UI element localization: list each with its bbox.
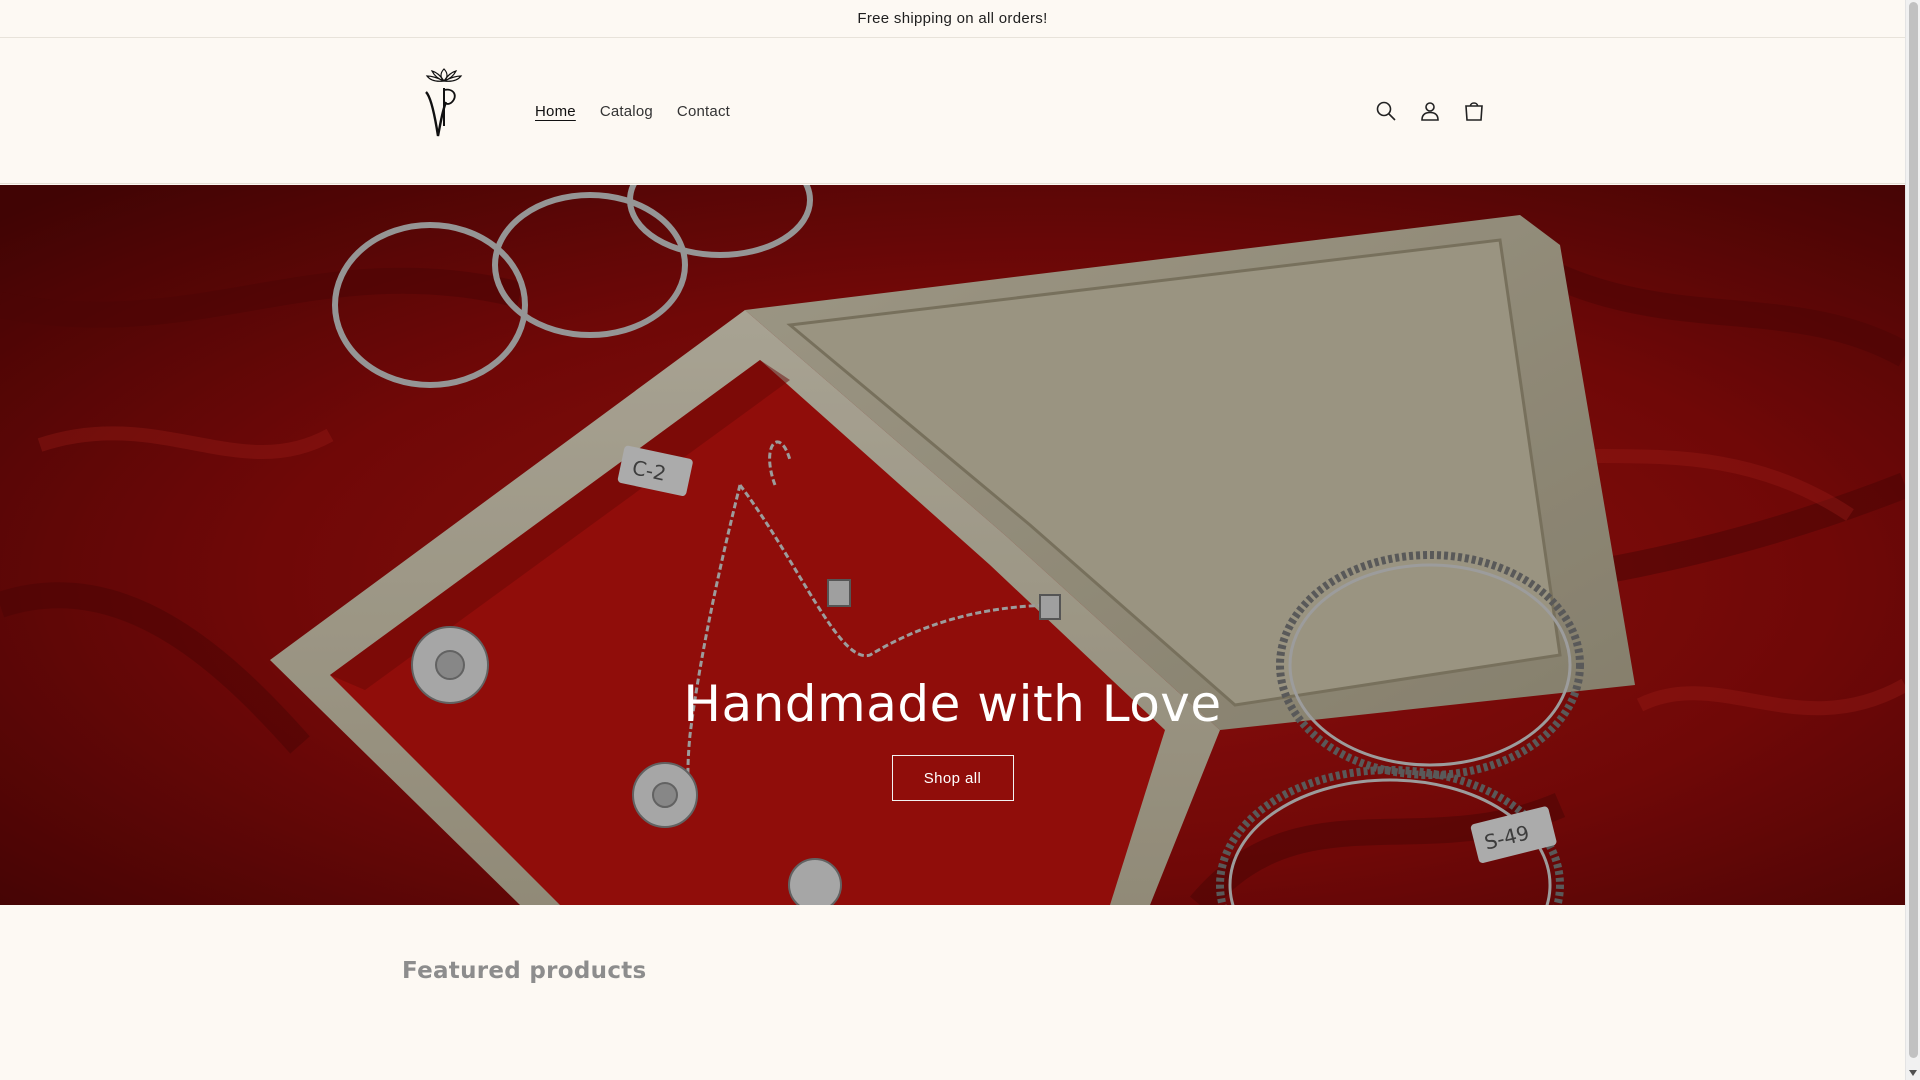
page-scrollbar[interactable] — [1905, 0, 1920, 1080]
nav-catalog[interactable]: Catalog — [588, 103, 665, 120]
search-icon[interactable] — [1373, 98, 1399, 124]
cart-icon[interactable] — [1461, 98, 1487, 124]
site-header: Home Catalog Contact — [0, 38, 1905, 184]
account-icon[interactable] — [1417, 98, 1443, 124]
lotus-monogram-icon — [425, 68, 463, 137]
featured-products-heading: Featured products — [402, 958, 647, 984]
announcement-text: Free shipping on all orders! — [857, 10, 1048, 27]
main-navigation: Home Catalog Contact — [523, 38, 742, 184]
brand-logo[interactable] — [420, 66, 468, 142]
main-content: Free shipping on all orders! Home Catalo… — [0, 0, 1905, 1080]
scrollbar-thumb[interactable] — [1909, 2, 1918, 1058]
nav-contact[interactable]: Contact — [665, 103, 742, 120]
announcement-bar: Free shipping on all orders! — [0, 0, 1905, 38]
scroll-down-arrow-icon[interactable] — [1909, 1070, 1917, 1076]
page: Free shipping on all orders! Home Catalo… — [0, 0, 1920, 1080]
nav-home[interactable]: Home — [523, 103, 588, 120]
shop-all-button[interactable]: Shop all — [891, 755, 1014, 801]
hero-title: Handmade with Love — [683, 675, 1222, 733]
hero-content: Handmade with Love Shop all — [0, 675, 1905, 801]
hero-banner: C-2 S-49 Handmade with Love Shop all — [0, 185, 1905, 905]
header-icons — [1373, 38, 1487, 184]
